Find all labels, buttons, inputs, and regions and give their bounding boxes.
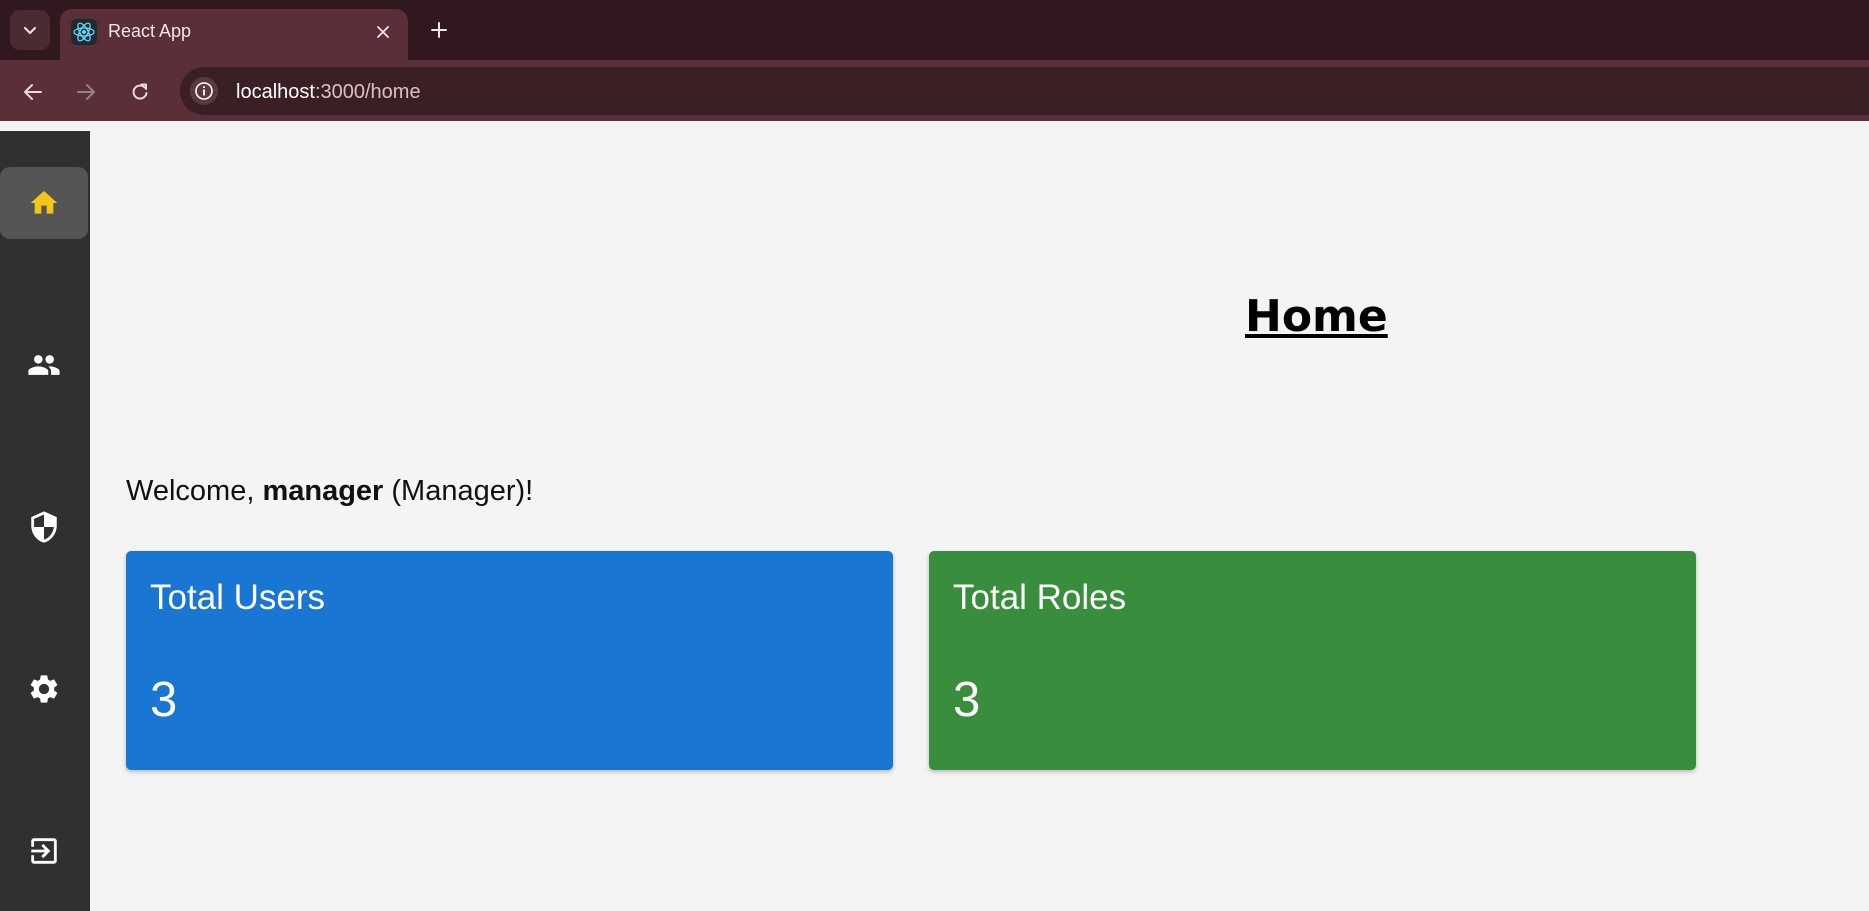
back-button[interactable] bbox=[13, 72, 53, 112]
sidebar-item-settings[interactable] bbox=[0, 653, 88, 725]
welcome-message: Welcome, manager (Manager)! bbox=[126, 475, 533, 508]
url-text[interactable]: localhost:3000/home bbox=[236, 81, 421, 104]
gear-icon bbox=[30, 675, 58, 703]
page-title: Home bbox=[1245, 291, 1388, 342]
sidebar-item-home[interactable] bbox=[0, 167, 88, 239]
card-value: 3 bbox=[953, 673, 981, 727]
people-icon bbox=[28, 355, 60, 375]
browser-tab[interactable]: React App bbox=[60, 9, 408, 60]
address-bar[interactable]: localhost:3000/home bbox=[180, 67, 1869, 115]
arrow-right-icon bbox=[77, 84, 95, 100]
react-logo-icon bbox=[71, 19, 97, 45]
browser-toolbar: localhost:3000/home bbox=[0, 60, 1869, 121]
url-host: localhost bbox=[236, 81, 315, 103]
forward-button[interactable] bbox=[66, 72, 106, 112]
reload-button[interactable] bbox=[120, 72, 160, 112]
card-value: 3 bbox=[150, 673, 178, 727]
welcome-username: manager bbox=[262, 475, 384, 507]
shield-icon bbox=[31, 511, 57, 543]
sidebar-item-roles[interactable] bbox=[0, 491, 88, 563]
total-roles-card: Total Roles 3 bbox=[929, 551, 1696, 770]
chrome-divider bbox=[0, 121, 1869, 131]
home-icon bbox=[30, 191, 58, 214]
tab-title: React App bbox=[108, 21, 192, 41]
card-title: Total Users bbox=[150, 578, 326, 617]
browser-tabstrip: React App bbox=[0, 0, 1869, 60]
welcome-prefix: Welcome, bbox=[126, 475, 263, 507]
arrow-left-icon bbox=[24, 84, 42, 100]
sidebar-item-logout[interactable] bbox=[0, 815, 88, 887]
chevron-down-icon bbox=[23, 26, 37, 35]
reload-icon bbox=[132, 83, 148, 100]
logout-icon bbox=[31, 838, 57, 864]
info-icon bbox=[195, 82, 213, 100]
card-title: Total Roles bbox=[953, 578, 1127, 617]
url-path: :3000/home bbox=[314, 81, 421, 103]
total-users-card: Total Users 3 bbox=[126, 551, 893, 770]
plus-icon bbox=[431, 22, 447, 38]
site-info-button[interactable] bbox=[190, 77, 218, 105]
tab-close-button[interactable] bbox=[370, 19, 396, 45]
tab-search-button[interactable] bbox=[10, 10, 50, 50]
welcome-role: (Manager)! bbox=[383, 475, 534, 507]
sidebar bbox=[0, 131, 90, 911]
close-icon bbox=[377, 26, 389, 38]
new-tab-button[interactable] bbox=[424, 12, 454, 48]
sidebar-item-users[interactable] bbox=[0, 329, 88, 401]
